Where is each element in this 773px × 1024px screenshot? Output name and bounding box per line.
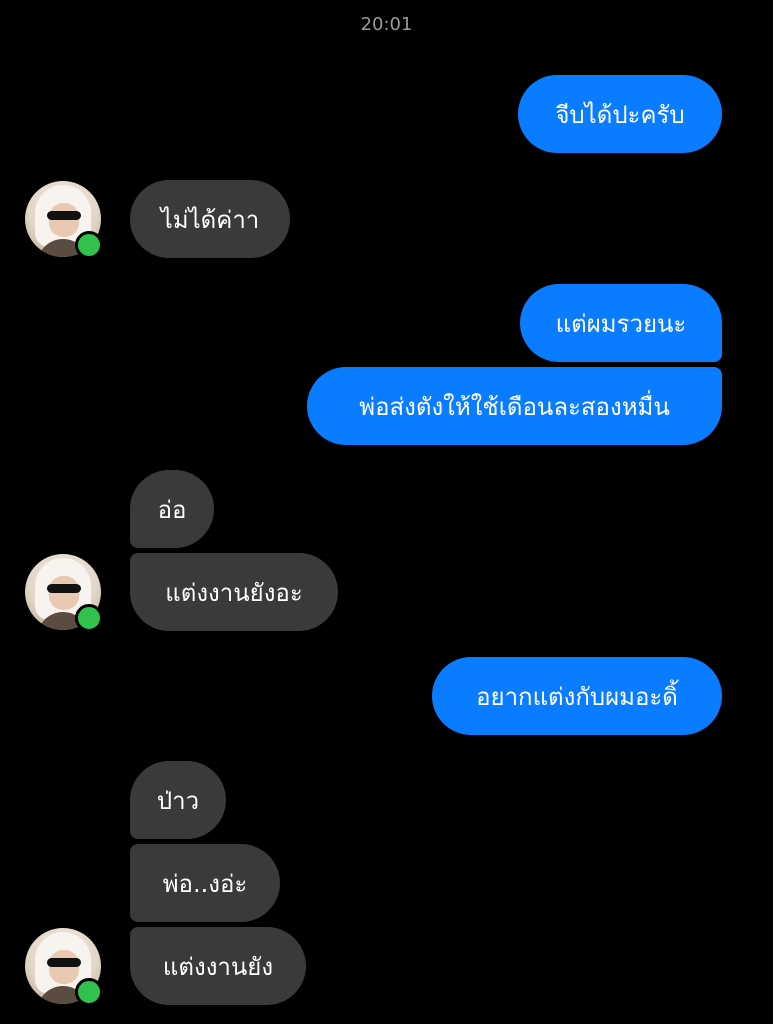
timestamp: 20:01 — [360, 14, 413, 35]
online-status-dot — [75, 604, 103, 632]
incoming-message-bubble[interactable]: แต่งงานยังอะ — [130, 553, 338, 631]
online-status-dot — [75, 978, 103, 1006]
incoming-message-bubble[interactable]: ป่าว — [130, 761, 226, 839]
contact-avatar[interactable] — [25, 928, 103, 1006]
incoming-message-bubble[interactable]: ไม่ได้ค่าา — [130, 180, 290, 258]
outgoing-message-bubble[interactable]: จีบได้ปะครับ — [518, 75, 722, 153]
incoming-message-bubble[interactable]: พ่อ..งอ่ะ — [130, 844, 280, 922]
online-status-dot — [75, 231, 103, 259]
contact-avatar[interactable] — [25, 181, 103, 259]
outgoing-message-bubble[interactable]: อยากแต่งกับผมอะดิ้ — [432, 657, 722, 735]
outgoing-message-bubble[interactable]: พ่อส่งตังให้ใช้เดือนละสองหมื่น — [307, 367, 722, 445]
incoming-message-bubble[interactable]: แต่งงานยัง — [130, 927, 306, 1005]
outgoing-message-bubble[interactable]: แต่ผมรวยนะ — [520, 284, 722, 362]
contact-avatar[interactable] — [25, 554, 103, 632]
incoming-message-bubble[interactable]: อ่อ — [130, 470, 214, 548]
